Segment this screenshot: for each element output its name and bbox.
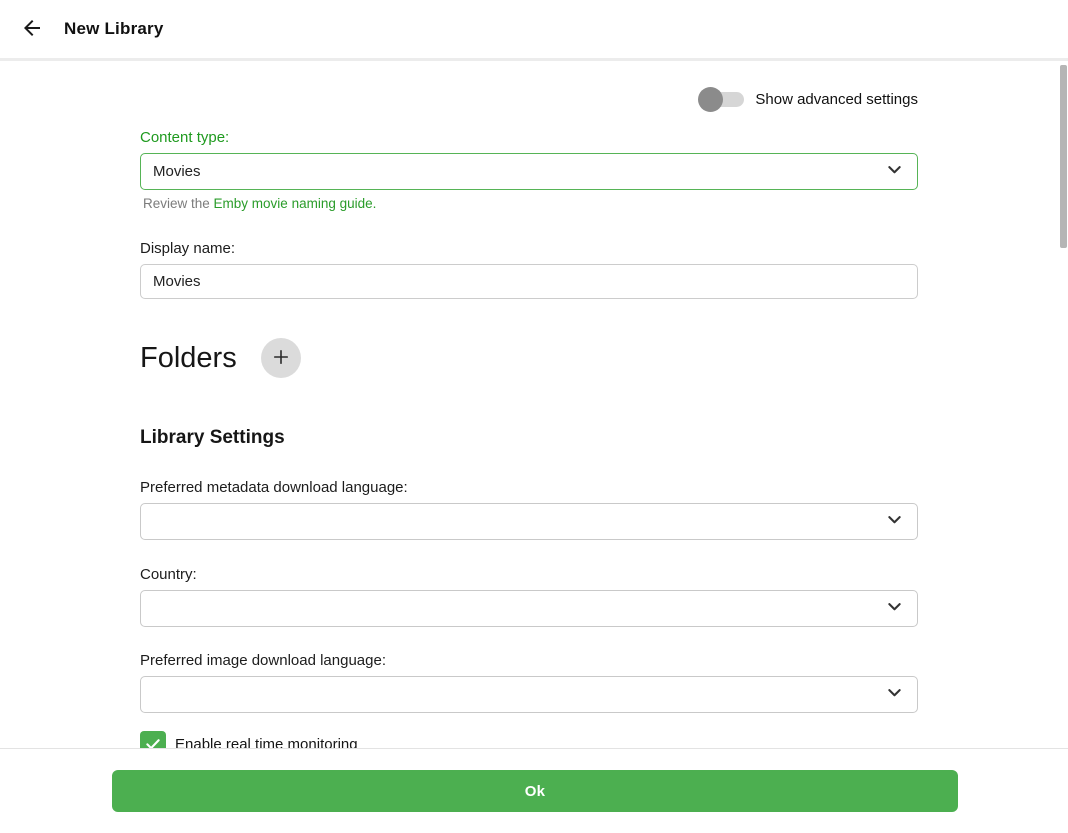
content-type-helper: Review the Emby movie naming guide. — [143, 196, 918, 211]
back-button[interactable] — [12, 9, 52, 49]
advanced-settings-toggle-label: Show advanced settings — [755, 91, 918, 108]
display-name-input[interactable] — [140, 264, 918, 299]
country-label: Country: — [140, 566, 918, 583]
add-folder-button[interactable] — [261, 338, 301, 378]
page-title: New Library — [64, 19, 164, 39]
chevron-down-icon — [885, 510, 904, 533]
naming-guide-link[interactable]: Emby movie naming guide — [214, 196, 373, 211]
library-settings-heading: Library Settings — [140, 427, 918, 449]
scrollbar[interactable] — [1059, 64, 1068, 833]
form-content: Show advanced settings Content type: Mov… — [0, 64, 1068, 748]
toggle-track — [700, 92, 744, 107]
chevron-down-icon — [885, 160, 904, 183]
realtime-monitoring-checkbox-row[interactable]: Enable real time monitoring — [140, 731, 918, 748]
metadata-language-group: Preferred metadata download language: — [140, 479, 918, 540]
folders-section: Folders — [140, 338, 918, 378]
image-language-group: Preferred image download language: — [140, 652, 918, 713]
country-group: Country: — [140, 566, 918, 627]
content-type-label: Content type: — [140, 129, 918, 146]
display-name-group: Display name: — [140, 240, 918, 299]
content-type-selected-value: Movies — [153, 163, 201, 180]
country-select[interactable] — [140, 590, 918, 627]
image-language-label: Preferred image download language: — [140, 652, 918, 669]
plus-icon — [271, 347, 291, 370]
display-name-label: Display name: — [140, 240, 918, 257]
helper-suffix: . — [373, 196, 377, 211]
content-type-select[interactable]: Movies — [140, 153, 918, 190]
toggle-knob — [698, 87, 723, 112]
advanced-settings-toggle[interactable]: Show advanced settings — [700, 91, 918, 108]
chevron-down-icon — [885, 683, 904, 706]
toggle-row: Show advanced settings — [140, 91, 918, 108]
metadata-language-select[interactable] — [140, 503, 918, 540]
metadata-language-label: Preferred metadata download language: — [140, 479, 918, 496]
ok-button[interactable]: Ok — [112, 770, 958, 812]
checkbox-checked-icon[interactable] — [140, 731, 166, 748]
scrollbar-thumb[interactable] — [1060, 65, 1067, 248]
chevron-down-icon — [885, 597, 904, 620]
header: New Library — [0, 0, 1068, 61]
content-type-group: Content type: Movies Review the Emby mov… — [140, 129, 918, 211]
realtime-monitoring-label: Enable real time monitoring — [175, 736, 358, 749]
footer: Ok — [0, 748, 1068, 833]
arrow-left-icon — [20, 16, 44, 43]
folders-heading: Folders — [140, 342, 237, 375]
image-language-select[interactable] — [140, 676, 918, 713]
helper-prefix: Review the — [143, 196, 214, 211]
